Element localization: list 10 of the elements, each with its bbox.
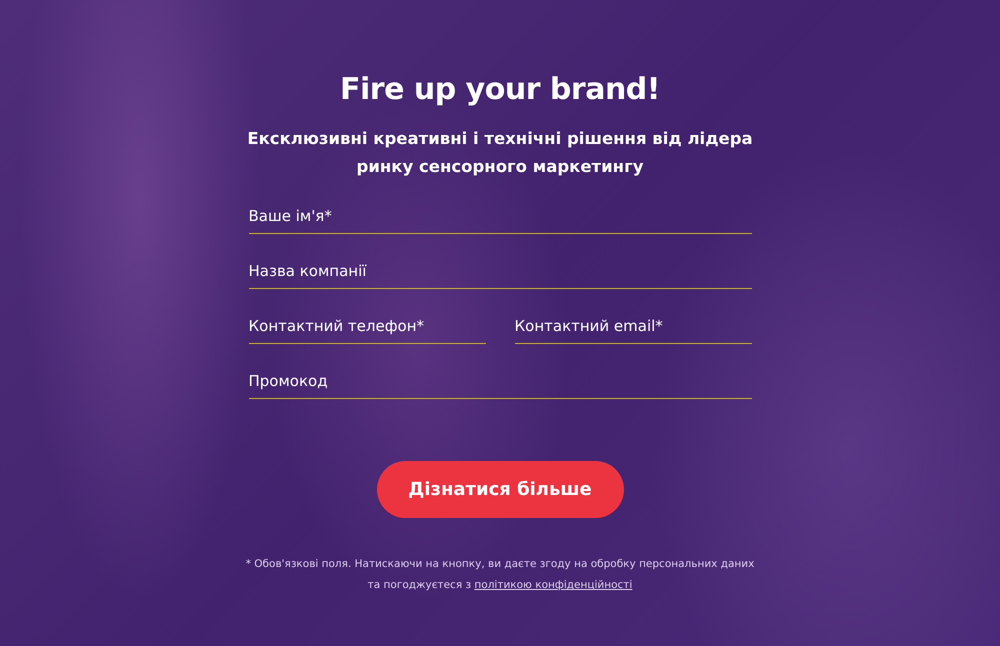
input-field[interactable]: Контактний телефон* [248,311,486,344]
consent-note: * Обов'язкові поля. Натискаючи на кнопку, ви даєте згоду на обробку персональних даних та погоджуєтеся з політикою конфіденційності [244,557,756,593]
input-field[interactable]: Ваше ім'я* [248,201,752,234]
privacy-policy-link[interactable]: політикою конфіденційності [474,579,632,591]
page-title: Fire up your brand! [340,72,660,107]
submit-button[interactable]: Дізнатися більше [376,461,624,518]
subtitle: Ексклюзивні креативні і технічні рішення від лідера ринку сенсорного маркетингу [246,128,754,178]
input-field[interactable]: Контактний email* [514,311,752,344]
input-field[interactable]: Промокод [248,366,752,399]
input-field[interactable]: Назва компанії [248,256,752,289]
